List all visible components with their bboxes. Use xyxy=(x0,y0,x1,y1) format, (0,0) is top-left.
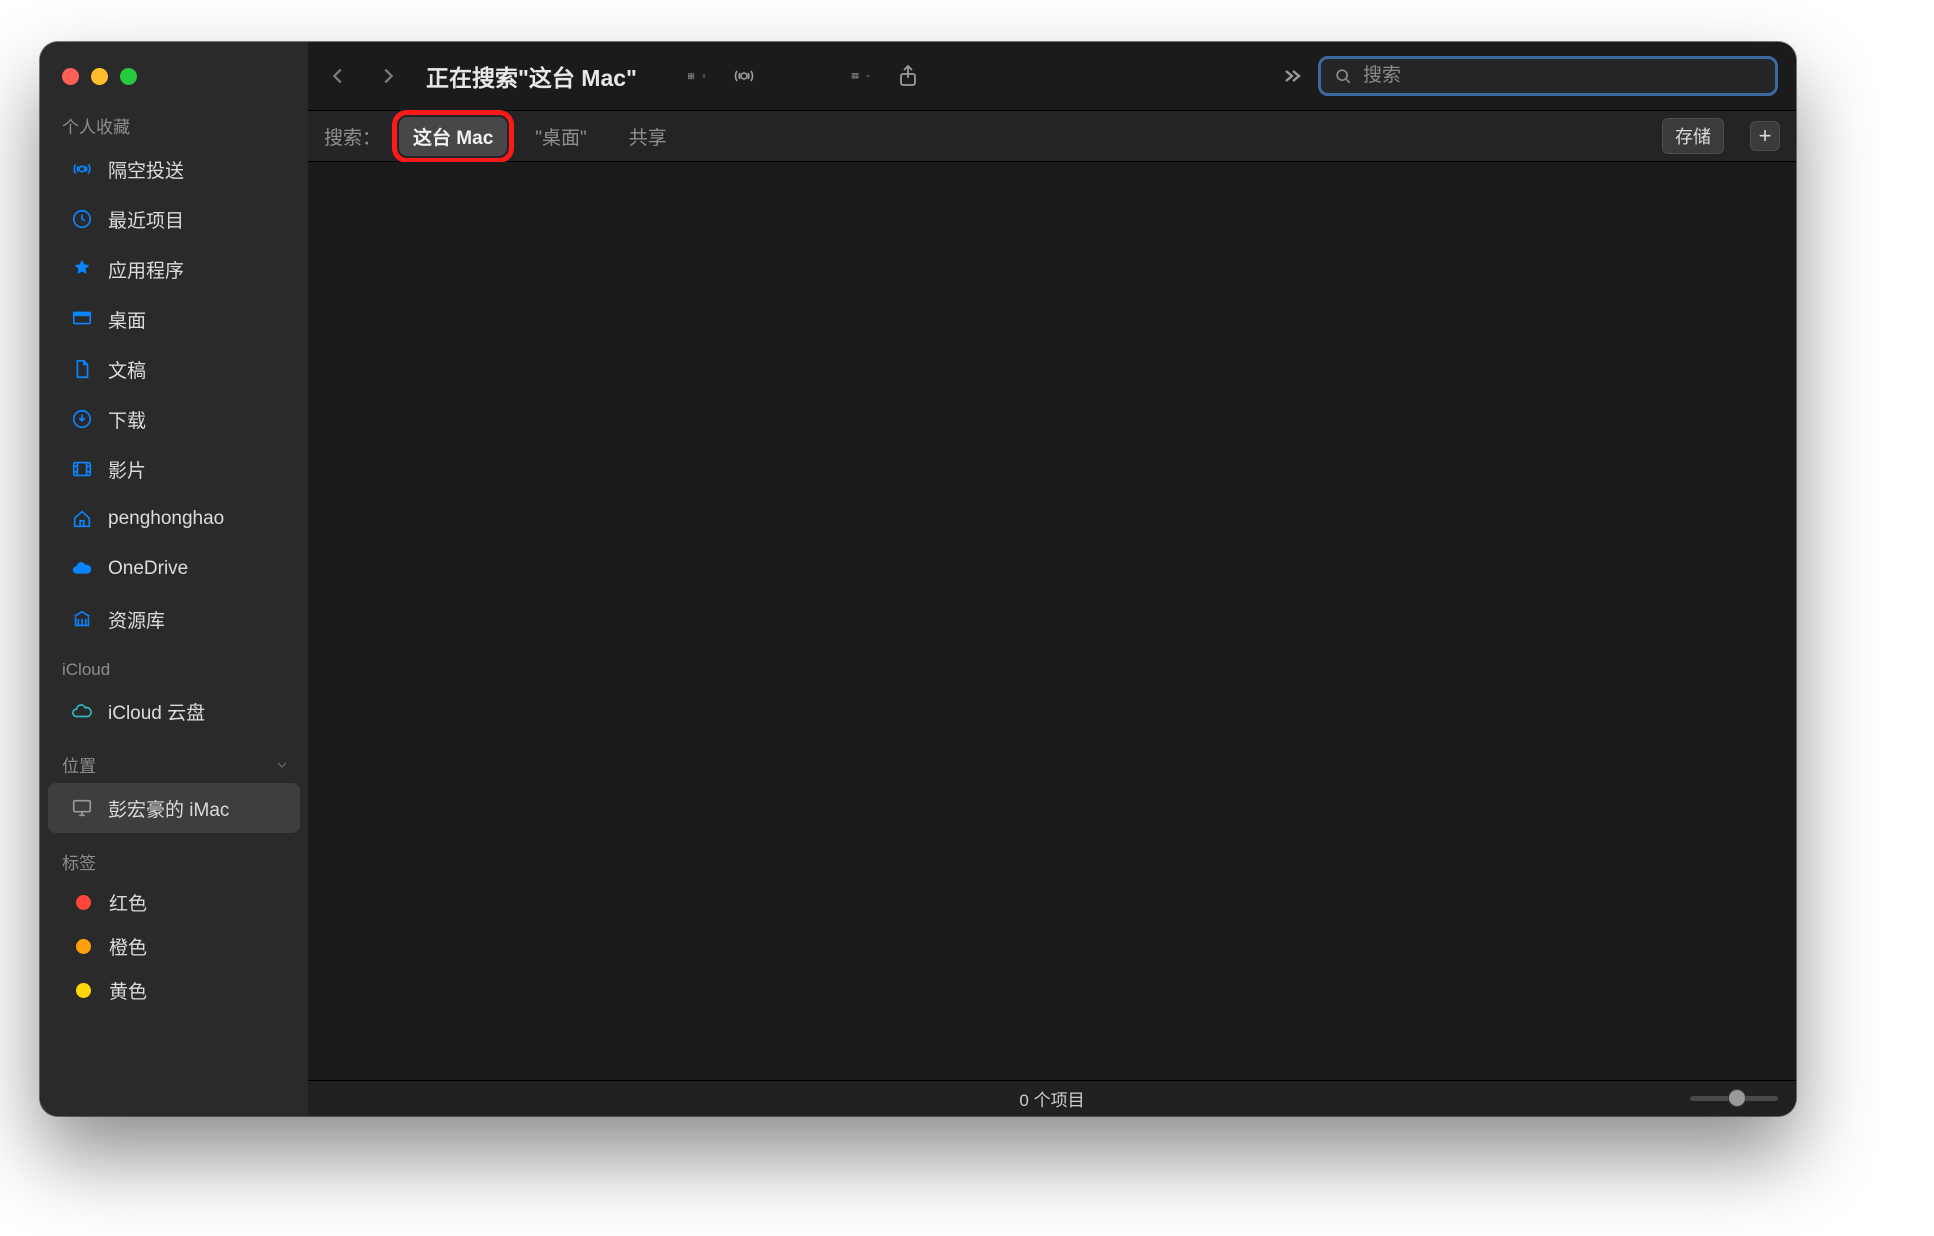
toolbar: 正在搜索"这台 Mac" xyxy=(308,42,1796,110)
sidebar-item-label: 桌面 xyxy=(108,306,146,333)
sidebar-item[interactable]: penghonghao xyxy=(48,494,300,544)
sidebar-item[interactable]: 应用程序 xyxy=(48,244,300,294)
scope-label: 搜索： xyxy=(324,123,381,150)
results-area xyxy=(308,162,1796,1080)
more-icon[interactable] xyxy=(1274,59,1308,93)
status-bar: 0 个项目 xyxy=(308,1080,1796,1116)
icon-size-slider[interactable] xyxy=(1690,1096,1778,1101)
main-area: 正在搜索"这台 Mac" xyxy=(308,42,1796,1116)
sidebar-item-label: 下载 xyxy=(108,406,146,433)
item-count: 0 个项目 xyxy=(1019,1086,1084,1111)
forward-button[interactable] xyxy=(368,56,408,96)
sidebar-item[interactable]: 资源库 xyxy=(48,594,300,644)
home-icon xyxy=(70,507,94,531)
back-button[interactable] xyxy=(318,56,358,96)
scope-option[interactable]: "桌面" xyxy=(521,117,601,156)
desktop-icon xyxy=(70,307,94,331)
sidebar-item-label: 文稿 xyxy=(108,356,146,383)
sidebar-item-label: 应用程序 xyxy=(108,256,184,283)
icloud-icon xyxy=(70,699,94,723)
window-title: 正在搜索"这台 Mac" xyxy=(426,59,637,93)
sidebar-section-label: 个人收藏 xyxy=(62,113,130,138)
sidebar-section-icloud: iCloud xyxy=(40,654,308,686)
share-icon[interactable] xyxy=(891,59,925,93)
downloads-icon xyxy=(70,407,94,431)
close-window-button[interactable] xyxy=(62,68,79,85)
window-controls xyxy=(40,58,308,107)
sidebar-section-favorites: 个人收藏 xyxy=(40,107,308,144)
sidebar-item-label: 彭宏豪的 iMac xyxy=(108,795,229,822)
tag-color-dot xyxy=(76,983,91,998)
sidebar-section-label: 位置 xyxy=(62,752,96,777)
sidebar-tag[interactable]: 黄色 xyxy=(48,968,300,1012)
view-switcher[interactable] xyxy=(687,66,707,86)
documents-icon xyxy=(70,357,94,381)
sidebar-item[interactable]: OneDrive xyxy=(48,544,300,594)
search-field-wrap[interactable] xyxy=(1318,56,1778,96)
sidebar-item[interactable]: 桌面 xyxy=(48,294,300,344)
sidebar-item-label: penghonghao xyxy=(108,508,224,530)
add-criteria-button[interactable]: + xyxy=(1750,121,1780,151)
sidebar-item[interactable]: 彭宏豪的 iMac xyxy=(48,783,300,833)
sidebar-item[interactable]: 文稿 xyxy=(48,344,300,394)
sidebar-item-label: 黄色 xyxy=(109,977,147,1004)
sidebar-item[interactable]: 影片 xyxy=(48,444,300,494)
sidebar: 个人收藏 隔空投送最近项目应用程序桌面文稿下载影片 penghonghao OneD… xyxy=(40,42,308,1116)
chevron-down-icon[interactable] xyxy=(274,757,290,773)
airdrop-icon xyxy=(70,157,94,181)
sidebar-item[interactable]: 隔空投送 xyxy=(48,144,300,194)
sidebar-item-label: 红色 xyxy=(109,889,147,916)
finder-window: 个人收藏 隔空投送最近项目应用程序桌面文稿下载影片 penghonghao OneD… xyxy=(40,42,1796,1116)
library-icon xyxy=(70,607,94,631)
sidebar-section-label: 标签 xyxy=(62,849,96,874)
sidebar-item-label: 隔空投送 xyxy=(108,156,184,183)
sidebar-section-label: iCloud xyxy=(62,660,110,680)
clock-icon xyxy=(70,207,94,231)
sidebar-item-label: iCloud 云盘 xyxy=(108,698,205,725)
scope-option[interactable]: 这台 Mac xyxy=(399,117,507,156)
sidebar-section-locations[interactable]: 位置 xyxy=(40,746,308,783)
onedrive-icon xyxy=(70,557,94,581)
airdrop-icon[interactable] xyxy=(727,59,761,93)
apps-icon xyxy=(70,257,94,281)
sidebar-item-label: 资源库 xyxy=(108,606,165,633)
sidebar-item[interactable]: 下载 xyxy=(48,394,300,444)
movies-icon xyxy=(70,457,94,481)
tag-color-dot xyxy=(76,895,91,910)
zoom-window-button[interactable] xyxy=(120,68,137,85)
tag-color-dot xyxy=(76,939,91,954)
sidebar-tag[interactable]: 橙色 xyxy=(48,924,300,968)
sidebar-item-label: 橙色 xyxy=(109,933,147,960)
save-search-button[interactable]: 存储 xyxy=(1662,118,1724,154)
search-icon xyxy=(1333,66,1353,86)
scope-option[interactable]: 共享 xyxy=(615,117,681,156)
search-scope-bar: 搜索： 这台 Mac "桌面" 共享 存储 + xyxy=(308,110,1796,162)
sidebar-item-label: 最近项目 xyxy=(108,206,184,233)
sidebar-section-tags: 标签 xyxy=(40,843,308,880)
imac-icon xyxy=(70,796,94,820)
sidebar-item[interactable]: 最近项目 xyxy=(48,194,300,244)
sidebar-tag[interactable]: 红色 xyxy=(48,880,300,924)
sidebar-item-label: 影片 xyxy=(108,456,146,483)
search-input[interactable] xyxy=(1363,65,1763,87)
group-by-button[interactable] xyxy=(851,69,871,83)
sidebar-item-label: OneDrive xyxy=(108,558,188,580)
minimize-window-button[interactable] xyxy=(91,68,108,85)
sidebar-item[interactable]: iCloud 云盘 xyxy=(48,686,300,736)
